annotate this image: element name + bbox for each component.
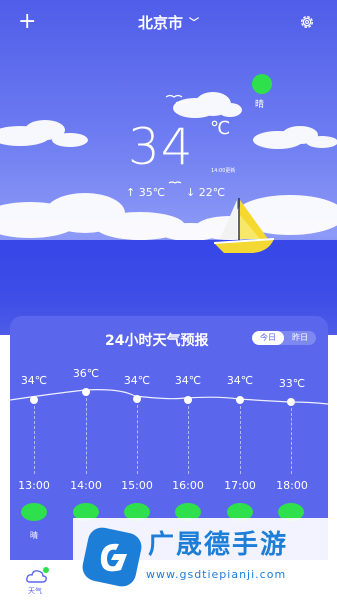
temperature-unit: ℃ [210,118,231,139]
hour-temperature: 34℃ [20,374,48,387]
hour-condition: 晴 [30,531,38,540]
arrow-down-icon: ↓ [186,186,196,199]
city-name: 北京市 [137,14,183,32]
watermark-url: www.gsdtiepianji.com [146,568,287,581]
hour-time: 13:00 [18,479,50,492]
sun-icon [252,74,272,94]
current-temperature: 34 [128,118,194,176]
weather-cloud-icon [26,567,49,583]
low-temperature: ↓ 22℃ [186,186,226,199]
hour-divider [291,408,292,474]
update-time: 14:00更新 [211,168,236,174]
hour-time: 14:00 [70,479,102,492]
chevron-down-icon: ﹀ [189,18,199,29]
hour-time: 18:00 [276,479,308,492]
weather-hero: + 北京市 ﹀ 晴 34 ℃ 14:00更新 ↑ 35℃ ↓ 22℃ [0,0,337,335]
hour-point [30,396,38,404]
hour-point [236,396,244,404]
hour-point [184,396,192,404]
hour-temperature: 36℃ [72,367,100,380]
hour-temperature: 34℃ [174,374,202,387]
city-selector[interactable]: 北京市 ﹀ [0,12,337,33]
hour-temperature: 34℃ [123,374,151,387]
temperature-curve [10,389,328,405]
hour-point [133,395,141,403]
hour-divider [240,406,241,474]
hour-divider [188,406,189,474]
watermark-overlay: 广晟德手游 www.gsdtiepianji.com [73,518,337,600]
hour-time: 16:00 [172,479,204,492]
arrow-up-icon: ↑ [126,186,136,199]
tab-weather[interactable]: 天气 [24,564,54,598]
hour-time: 15:00 [121,479,153,492]
sailboat-illustration [213,198,275,253]
sun-icon [21,503,47,521]
tab-weather-label: 天气 [28,587,42,595]
current-condition: 晴 [255,100,265,110]
hour-divider [86,398,87,474]
hour-temperature: 33℃ [278,377,306,390]
gear-icon[interactable] [299,14,315,30]
hour-divider [137,405,138,474]
high-temperature: ↑ 35℃ [126,186,166,199]
hour-time: 17:00 [224,479,256,492]
top-bar: + 北京市 ﹀ [0,10,337,36]
hour-divider [34,406,35,474]
watermark-logo [82,527,142,587]
hour-point [287,398,295,406]
hour-point [82,388,90,396]
watermark-title: 广晟德手游 [148,530,289,560]
hour-temperature: 34℃ [226,374,254,387]
